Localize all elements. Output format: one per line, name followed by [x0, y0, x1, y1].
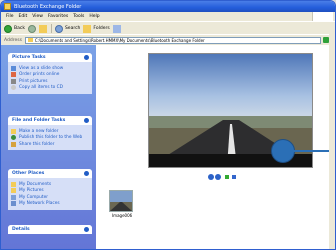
task-slide-show[interactable]: View as a slide show: [11, 65, 89, 71]
expand-chevron-icon[interactable]: [84, 227, 89, 232]
next-image-icon[interactable]: [215, 174, 221, 180]
views-button[interactable]: [112, 24, 121, 33]
title-bar[interactable]: Bluetooth Exchange Folder: [1, 1, 335, 12]
file-folder-tasks-header[interactable]: File and Folder Tasks: [8, 116, 92, 125]
picture-tasks-header[interactable]: Picture Tasks: [8, 53, 92, 62]
back-label: Back: [14, 26, 25, 31]
other-places-header[interactable]: Other Places: [8, 169, 92, 178]
previous-image-icon[interactable]: [208, 174, 214, 180]
folders-label: Folders: [93, 26, 110, 31]
place-my-computer[interactable]: My Computer: [11, 194, 89, 200]
folder-icon: [27, 38, 33, 42]
task-order-prints[interactable]: Order prints online: [11, 72, 89, 77]
details-panel: Details: [8, 225, 92, 234]
menu-bar: File Edit View Favorites Tools Help: [1, 12, 335, 21]
picture-tasks-title: Picture Tasks: [12, 55, 46, 60]
toolbar-separator: [50, 24, 52, 33]
folders-button[interactable]: Folders: [83, 24, 110, 33]
task-label: Print pictures: [19, 78, 48, 84]
viewer-controls: [208, 174, 236, 180]
windows-logo: [312, 12, 333, 21]
place-my-documents[interactable]: My Documents: [11, 181, 89, 187]
file-folder-tasks-title: File and Folder Tasks: [12, 118, 66, 123]
toolbar: Back Search Folders: [1, 21, 335, 35]
explorer-window: Bluetooth Exchange Folder File Edit View…: [0, 0, 336, 250]
details-title: Details: [12, 227, 30, 232]
menu-tools[interactable]: Tools: [73, 14, 84, 19]
computer-icon: [11, 194, 16, 200]
search-label: Search: [64, 26, 81, 31]
folder-up-icon: [38, 24, 47, 33]
back-arrow-icon: [4, 24, 12, 33]
other-places-panel: Other Places My Documents My Pictures My…: [8, 169, 92, 210]
collapse-chevron-icon[interactable]: [84, 55, 89, 60]
place-my-pictures[interactable]: My Pictures: [11, 188, 89, 193]
menu-file[interactable]: File: [6, 14, 14, 19]
place-label: My Network Places: [19, 201, 60, 206]
up-button[interactable]: [38, 24, 47, 33]
address-bar: Address C:\Documents and Settings\Robert…: [1, 34, 335, 45]
task-print-pictures[interactable]: Print pictures: [11, 78, 89, 84]
collapse-chevron-icon[interactable]: [84, 118, 89, 123]
details-header[interactable]: Details: [8, 225, 92, 234]
forward-arrow-icon: [27, 24, 36, 33]
printer-icon: [11, 78, 16, 84]
place-label: My Documents: [19, 181, 52, 187]
back-button[interactable]: Back: [4, 24, 25, 33]
thumbnail-photo: [110, 191, 132, 211]
search-icon: [54, 24, 63, 33]
forward-button[interactable]: [27, 24, 36, 33]
address-value: C:\Documents and Settings\Robert.HMMX\My…: [34, 37, 205, 43]
task-share-folder[interactable]: Share this folder: [11, 141, 89, 147]
place-network[interactable]: My Network Places: [11, 201, 89, 206]
right-edge: [329, 34, 335, 249]
task-label: Publish this folder to the Web: [19, 135, 83, 140]
place-label: My Pictures: [19, 188, 44, 193]
globe-icon: [11, 135, 16, 140]
task-pane: Picture Tasks View as a slide show Order…: [1, 45, 96, 249]
views-icon: [112, 24, 121, 33]
task-label: Order prints online: [19, 72, 60, 77]
address-label: Address: [4, 37, 22, 43]
task-new-folder[interactable]: Make a new folder: [11, 128, 89, 134]
network-icon: [11, 201, 16, 206]
cd-icon: [11, 85, 16, 90]
collapse-chevron-icon[interactable]: [84, 171, 89, 176]
picture-tasks-panel: Picture Tasks View as a slide show Order…: [8, 53, 92, 94]
menu-help[interactable]: Help: [89, 14, 99, 19]
folder-icon: [4, 3, 11, 10]
thumbnail-label: Image006: [112, 213, 133, 218]
order-prints-icon: [11, 72, 16, 77]
task-publish-web[interactable]: Publish this folder to the Web: [11, 135, 89, 140]
menu-edit[interactable]: Edit: [19, 14, 28, 19]
share-folder-icon: [11, 141, 16, 147]
rotate-ccw-icon[interactable]: [232, 175, 236, 179]
image-thumbnail[interactable]: [109, 190, 133, 212]
task-label: Share this folder: [19, 141, 55, 147]
menu-view[interactable]: View: [32, 14, 43, 19]
menu-favorites[interactable]: Favorites: [48, 14, 68, 19]
address-input[interactable]: C:\Documents and Settings\Robert.HMMX\My…: [24, 36, 321, 44]
task-copy-to-cd[interactable]: Copy all items to CD: [11, 85, 89, 90]
rotate-icon[interactable]: [225, 175, 229, 179]
task-label: Copy all items to CD: [19, 85, 63, 90]
other-places-title: Other Places: [12, 171, 45, 176]
task-label: View as a slide show: [19, 65, 64, 71]
slideshow-icon: [11, 65, 16, 71]
window-title: Bluetooth Exchange Folder: [14, 3, 82, 10]
task-label: Make a new folder: [19, 128, 59, 134]
file-view: Image006: [96, 45, 335, 249]
file-folder-tasks-panel: File and Folder Tasks Make a new folder …: [8, 116, 92, 150]
folders-icon: [83, 24, 92, 33]
place-label: My Computer: [19, 194, 48, 200]
new-folder-icon: [11, 128, 16, 134]
search-button[interactable]: Search: [54, 24, 81, 33]
pictures-icon: [11, 188, 16, 193]
documents-icon: [11, 181, 16, 187]
